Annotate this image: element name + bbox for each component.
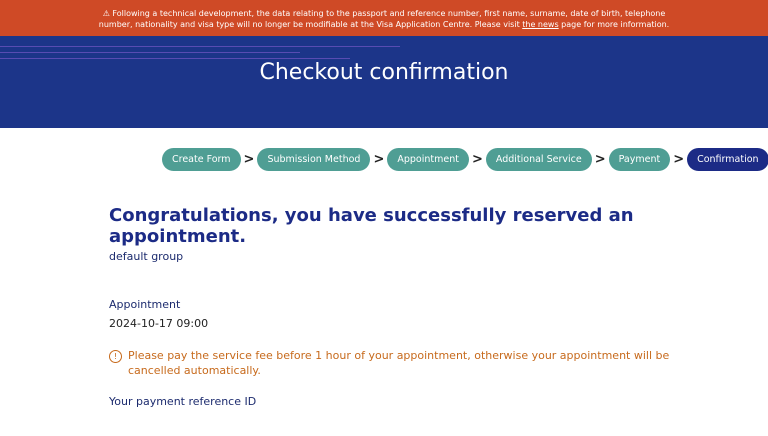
page-title: Checkout confirmation [259, 60, 509, 85]
step-separator-icon: > [243, 151, 255, 167]
step-submission-method[interactable]: Submission Method [257, 147, 371, 171]
step-separator-icon: > [373, 151, 385, 167]
appointment-datetime: 2024-10-17 09:00 [109, 317, 209, 330]
payment-reference-label: Your payment reference ID [109, 395, 257, 408]
step-separator-icon: > [594, 151, 606, 167]
notice-line-2-end: page for more information. [558, 20, 670, 29]
warning-text: Please pay the service fee before 1 hour… [128, 349, 670, 377]
notice-line-1: ⚠ Following a technical development, the… [102, 9, 666, 18]
step-separator-icon: > [471, 151, 483, 167]
appointment-label: Appointment [109, 298, 181, 311]
progress-stepper: Create Form > Submission Method > Appoin… [162, 147, 768, 171]
notice-line-2: number, nationality and visa type will n… [98, 20, 523, 29]
confirmation-heading: Congratulations, you have successfully r… [109, 205, 634, 247]
page-header: Checkout confirmation [0, 36, 768, 128]
group-name: default group [109, 250, 184, 263]
payment-warning: ! Please pay the service fee before 1 ho… [109, 348, 689, 378]
step-confirmation[interactable]: Confirmation [687, 147, 768, 171]
step-separator-icon: > [673, 151, 685, 167]
confirmation-content: Congratulations, you have successfully r… [109, 205, 709, 408]
news-link[interactable]: the news [522, 20, 558, 29]
warning-icon: ! [109, 350, 122, 363]
step-appointment[interactable]: Appointment [387, 147, 469, 171]
step-additional-service[interactable]: Additional Service [485, 147, 592, 171]
notice-banner: ⚠ Following a technical development, the… [0, 0, 768, 36]
step-create-form[interactable]: Create Form [162, 147, 241, 171]
step-payment[interactable]: Payment [608, 147, 671, 171]
